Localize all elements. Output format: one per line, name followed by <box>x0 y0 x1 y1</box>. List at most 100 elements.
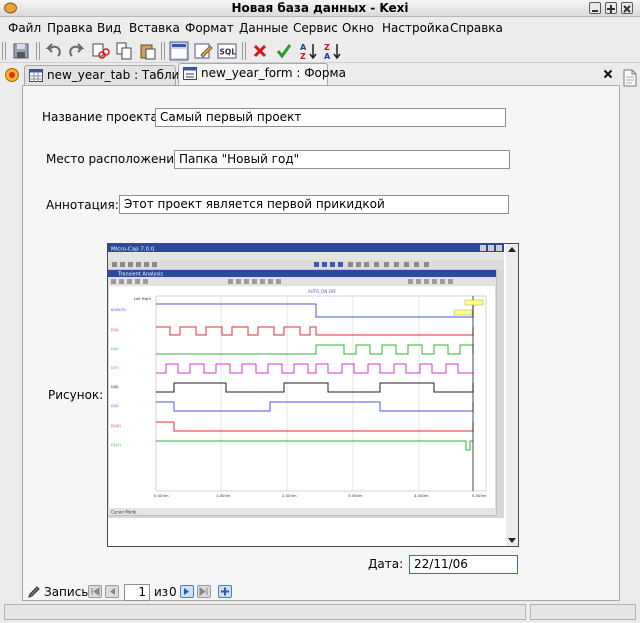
close-tab-icon[interactable] <box>603 69 613 79</box>
picture-status: Cursor Mode <box>111 510 137 515</box>
record-label: Запись: <box>44 585 93 599</box>
property-editor-icon[interactable] <box>622 69 638 87</box>
toolbar-separator <box>161 42 167 60</box>
menu-window[interactable]: Окно <box>342 21 374 35</box>
document-tab-strip: new_year_tab : Таблица new_year_form : Ф… <box>0 63 640 85</box>
picture-column-header: Left Right <box>134 297 152 301</box>
record-of-label: из <box>154 585 169 599</box>
tab-label: new_year_form : Форма <box>201 66 346 80</box>
location-field[interactable]: Папка "Новый год" <box>174 150 510 169</box>
left-dock-rail <box>0 85 22 601</box>
picture-window-title: Transient Analysis <box>117 272 163 278</box>
add-record-icon <box>221 587 229 596</box>
picture-label: Рисунок: <box>48 388 104 402</box>
menu-help[interactable]: Справка <box>450 21 503 35</box>
tab-label: new_year_tab : Таблица <box>47 68 195 82</box>
x-tick-label: 2.000m <box>282 493 297 498</box>
project-name-label: Название проекта: <box>42 110 162 124</box>
x-tick-label: 4.000m <box>414 493 429 498</box>
svg-text:A: A <box>324 52 331 61</box>
delete-icon[interactable] <box>250 41 270 61</box>
design-view-icon[interactable] <box>193 41 213 61</box>
date-label: Дата: <box>368 557 404 571</box>
project-name-field[interactable]: Самый первый проект <box>155 108 506 127</box>
table-icon <box>29 69 43 82</box>
cut-icon[interactable] <box>90 41 110 61</box>
close-icon <box>623 5 631 13</box>
menu-format[interactable]: Формат <box>185 21 234 35</box>
first-record-icon <box>91 587 100 596</box>
edit-pencil-icon <box>28 586 40 598</box>
menu-data[interactable]: Данные <box>239 21 288 35</box>
toolbar-grip <box>2 42 8 60</box>
main-toolbar: SQL A Z Z A <box>0 38 640 63</box>
next-record-button[interactable] <box>180 585 194 598</box>
status-panel-secondary <box>530 604 636 620</box>
menu-view[interactable]: Вид <box>97 21 121 35</box>
last-record-icon <box>199 587 208 596</box>
svg-text:Z: Z <box>300 52 306 61</box>
x-tick-label: 3.000m <box>348 493 363 498</box>
signal-label: D(10) <box>111 424 122 428</box>
date-field[interactable]: 22/11/06 <box>409 555 518 574</box>
signal-label: D(0) <box>111 347 119 351</box>
minimize-button[interactable] <box>589 2 601 14</box>
toolbar-separator <box>242 42 248 60</box>
signal-label: D(3) <box>111 404 119 408</box>
x-tick-label: 5.000m <box>472 493 487 498</box>
picture-field[interactable]: Micro-Cap 7.0.0 Transient Analysis AUTO_… <box>107 243 519 547</box>
picture-app-title: Micro-Cap 7.0.0 <box>111 247 155 253</box>
menu-bar: Файл Правка Вид Вставка Формат Данные Се… <box>0 18 640 38</box>
circuit-simulation-picture: Micro-Cap 7.0.0 Transient Analysis AUTO_… <box>107 244 518 546</box>
menu-file[interactable]: Файл <box>8 21 41 35</box>
last-record-button[interactable] <box>197 585 211 598</box>
svg-text:Z: Z <box>324 43 330 52</box>
tab-new-year-form[interactable]: new_year_form : Форма <box>178 63 346 85</box>
maximize-icon <box>607 5 615 13</box>
x-tick-label: 0.000m <box>154 493 169 498</box>
sql-label: SQL <box>220 48 237 57</box>
record-number-input[interactable]: 1 <box>124 584 150 601</box>
menu-service[interactable]: Сервис <box>293 21 338 35</box>
previous-record-icon <box>110 588 115 595</box>
first-record-button[interactable] <box>88 585 102 598</box>
data-view-icon[interactable] <box>169 41 189 61</box>
checkmark-icon[interactable] <box>274 41 294 61</box>
copy-icon[interactable] <box>114 41 134 61</box>
redo-icon[interactable] <box>66 41 86 61</box>
status-panel-main <box>4 604 526 620</box>
close-window-button[interactable] <box>621 2 633 14</box>
paste-icon[interactable] <box>138 41 158 61</box>
location-label: Место расположения: <box>46 152 186 166</box>
annotation-field[interactable]: Этот проект является первой прикидкой <box>119 195 509 214</box>
signal-label: D(8) <box>111 385 119 389</box>
next-record-icon <box>184 588 189 595</box>
menu-settings[interactable]: Настройка <box>382 21 449 35</box>
menu-insert[interactable]: Вставка <box>129 21 180 35</box>
save-icon[interactable] <box>11 41 31 61</box>
window-title: Новая база данных - Kexi <box>231 1 409 15</box>
picture-top-marker: AUTO_ON OFF <box>308 289 337 294</box>
project-navigator-icon[interactable] <box>4 67 20 83</box>
sort-descending-icon[interactable]: Z A <box>322 41 342 61</box>
signal-label: D(11) <box>111 443 122 447</box>
svg-text:A: A <box>300 43 307 52</box>
minimize-icon <box>592 10 598 12</box>
title-bar: Новая база данных - Kexi <box>0 0 640 17</box>
record-total: 0 <box>169 585 177 599</box>
toolbar-separator <box>36 42 42 60</box>
signal-label: D(7) <box>111 366 119 370</box>
form-icon <box>183 67 197 80</box>
signal-label: KOMUTA <box>111 308 126 312</box>
annotation-label: Аннотация: <box>46 198 119 212</box>
sort-ascending-icon[interactable]: A Z <box>298 41 318 61</box>
signal-label: D(4) <box>111 328 119 332</box>
sql-view-icon[interactable]: SQL <box>217 41 237 61</box>
maximize-button[interactable] <box>605 2 617 14</box>
tab-new-year-table[interactable]: new_year_tab : Таблица <box>24 65 195 85</box>
new-record-button[interactable] <box>218 585 232 598</box>
menu-edit[interactable]: Правка <box>47 21 93 35</box>
undo-icon[interactable] <box>44 41 64 61</box>
previous-record-button[interactable] <box>105 585 119 598</box>
x-tick-label: 1.000m <box>216 493 231 498</box>
